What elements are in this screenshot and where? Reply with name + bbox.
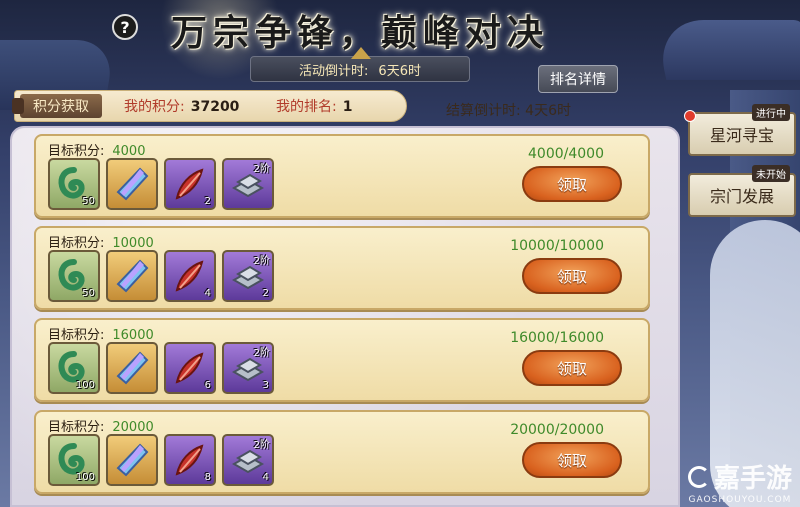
item-quantity: 4 bbox=[204, 288, 211, 299]
watermark-logo-icon bbox=[687, 465, 710, 488]
side-tab-star-treasure[interactable]: 进行中 星河寻宝 bbox=[684, 104, 796, 156]
reward-progress: 16000/16000 bbox=[510, 330, 604, 346]
settle-value: 4天6时 bbox=[525, 103, 571, 119]
reward-item[interactable]: 8 bbox=[164, 434, 216, 486]
reward-item[interactable]: 4 bbox=[164, 250, 216, 302]
reward-item[interactable]: 50 bbox=[48, 158, 100, 210]
reward-item[interactable]: 50 bbox=[48, 250, 100, 302]
target-score: 目标积分: 10000 bbox=[48, 232, 154, 251]
my-rank-label: 我的排名: bbox=[276, 99, 337, 115]
target-score: 目标积分: 20000 bbox=[48, 416, 154, 435]
item-tier: 2阶 bbox=[253, 348, 270, 359]
target-label: 目标积分: bbox=[48, 144, 105, 159]
reward-item[interactable] bbox=[106, 158, 158, 210]
target-value: 16000 bbox=[112, 328, 154, 343]
target-label: 目标积分: bbox=[48, 236, 105, 251]
my-score: 我的积分: 37200 bbox=[124, 96, 239, 116]
item-quantity: 50 bbox=[82, 288, 95, 299]
target-value: 4000 bbox=[112, 144, 146, 159]
watermark-sub: GAOSHOUYOU.COM bbox=[688, 495, 792, 505]
item-quantity: 50 bbox=[82, 196, 95, 207]
reward-item[interactable]: 2 bbox=[164, 158, 216, 210]
rank-details-button[interactable]: 排名详情 bbox=[538, 65, 618, 93]
item-tier: 2阶 bbox=[253, 164, 270, 175]
side-tab-label: 宗门发展 bbox=[709, 187, 774, 206]
reward-item[interactable] bbox=[106, 342, 158, 394]
item-quantity: 100 bbox=[75, 380, 95, 391]
side-tab-sect-development[interactable]: 未开始 宗门发展 bbox=[688, 165, 796, 217]
claim-button[interactable]: 领取 bbox=[522, 258, 622, 294]
reward-items: 100 6 2阶 3 bbox=[48, 342, 274, 394]
side-tab-label: 星河寻宝 bbox=[709, 126, 774, 145]
target-value: 10000 bbox=[112, 236, 154, 251]
reward-progress: 4000/4000 bbox=[528, 146, 604, 162]
target-value: 20000 bbox=[112, 420, 154, 435]
reward-item[interactable]: 6 bbox=[164, 342, 216, 394]
temple-roof-right bbox=[653, 20, 800, 80]
reward-item[interactable]: 100 bbox=[48, 434, 100, 486]
my-score-label: 我的积分: bbox=[124, 99, 185, 115]
status-badge: 未开始 bbox=[752, 165, 790, 182]
my-rank: 我的排名: 1 bbox=[276, 96, 352, 116]
target-label: 目标积分: bbox=[48, 328, 105, 343]
reward-item[interactable] bbox=[106, 434, 158, 486]
notification-dot-icon bbox=[684, 110, 696, 122]
item-quantity: 6 bbox=[204, 380, 211, 391]
reward-items: 50 2 2阶 bbox=[48, 158, 274, 210]
reward-card: 目标积分: 20000 100 8 2阶 4 20000/20000 领取 bbox=[34, 410, 650, 494]
watermark: 嘉手游 GAOSHOUYOU.COM bbox=[687, 458, 792, 505]
item-quantity: 4 bbox=[262, 472, 269, 483]
reward-card: 目标积分: 4000 50 2 2阶 4000/4000 领取 bbox=[34, 134, 650, 218]
reward-item[interactable]: 100 bbox=[48, 342, 100, 394]
claim-button[interactable]: 领取 bbox=[522, 350, 622, 386]
item-quantity: 8 bbox=[204, 472, 211, 483]
reward-card: 目标积分: 16000 100 6 2阶 3 16000/16000 领取 bbox=[34, 318, 650, 402]
my-rank-value: 1 bbox=[342, 99, 353, 115]
score-tab[interactable]: 积分获取 bbox=[12, 94, 102, 118]
reward-items: 50 4 2阶 2 bbox=[48, 250, 274, 302]
item-quantity: 3 bbox=[262, 380, 269, 391]
countdown-value: 6天6时 bbox=[378, 63, 421, 79]
my-score-value: 37200 bbox=[190, 99, 240, 115]
watermark-text: 嘉手游 bbox=[713, 464, 792, 494]
reward-progress: 20000/20000 bbox=[510, 422, 604, 438]
claim-button[interactable]: 领取 bbox=[522, 166, 622, 202]
item-quantity: 2 bbox=[262, 288, 269, 299]
item-tier: 2阶 bbox=[253, 440, 270, 451]
reward-item[interactable] bbox=[106, 250, 158, 302]
target-label: 目标积分: bbox=[48, 420, 105, 435]
reward-items: 100 8 2阶 4 bbox=[48, 434, 274, 486]
settle-label: 结算倒计时: bbox=[446, 103, 521, 119]
reward-item[interactable]: 2阶 2 bbox=[222, 250, 274, 302]
reward-item[interactable]: 2阶 4 bbox=[222, 434, 274, 486]
status-badge: 进行中 bbox=[752, 104, 790, 121]
reward-card: 目标积分: 10000 50 4 2阶 2 10000/10000 领取 bbox=[34, 226, 650, 310]
target-score: 目标积分: 16000 bbox=[48, 324, 154, 343]
item-quantity: 100 bbox=[75, 472, 95, 483]
claim-button[interactable]: 领取 bbox=[522, 442, 622, 478]
reward-item[interactable]: 2阶 bbox=[222, 158, 274, 210]
reward-item[interactable]: 2阶 3 bbox=[222, 342, 274, 394]
game-screen: ? 万宗争锋，巅峰对决 活动倒计时: 6天6时 排名详情 积分获取 我的积分: 3… bbox=[0, 0, 800, 507]
countdown-label: 活动倒计时: bbox=[299, 63, 369, 79]
item-quantity: 2 bbox=[204, 196, 211, 207]
settle-countdown: 结算倒计时: 4天6时 bbox=[446, 100, 571, 120]
target-score: 目标积分: 4000 bbox=[48, 140, 145, 159]
watermark-main: 嘉手游 bbox=[687, 458, 792, 495]
reward-progress: 10000/10000 bbox=[510, 238, 604, 254]
event-countdown: 活动倒计时: 6天6时 bbox=[250, 47, 470, 82]
help-button[interactable]: ? bbox=[112, 14, 138, 40]
item-tier: 2阶 bbox=[253, 256, 270, 267]
